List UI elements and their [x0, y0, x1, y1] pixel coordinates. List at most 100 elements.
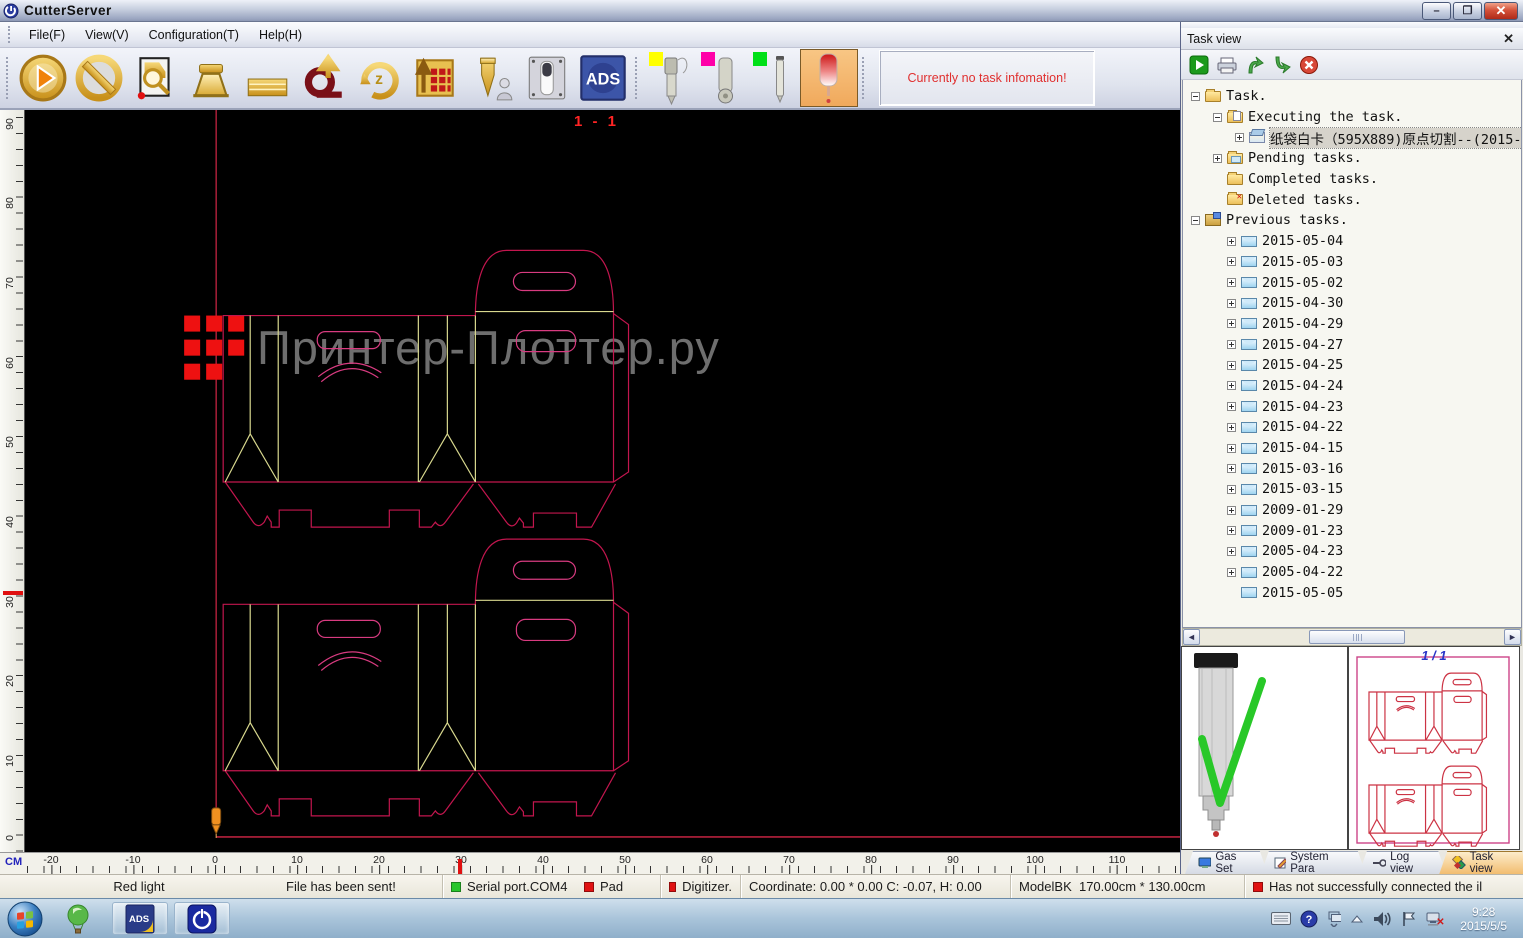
- tree-item-date[interactable]: 2015-03-16: [1183, 458, 1521, 479]
- help-tray-icon[interactable]: ?: [1300, 910, 1318, 928]
- tree-item-executing[interactable]: Executing the task.: [1183, 107, 1521, 128]
- menu-item[interactable]: Configuration(T): [139, 25, 249, 45]
- expand-icon[interactable]: [1227, 444, 1236, 453]
- tree-item-date[interactable]: 2015-04-24: [1183, 376, 1521, 397]
- tree-item-task-root[interactable]: Task.: [1183, 86, 1521, 107]
- tree-item-date[interactable]: 2015-04-22: [1183, 417, 1521, 438]
- panel-close-icon[interactable]: ✕: [1500, 31, 1517, 47]
- display-switch-tray-icon[interactable]: [1327, 911, 1341, 927]
- taskbar-coreldraw-button[interactable]: [50, 902, 106, 935]
- expand-icon[interactable]: [1227, 381, 1236, 390]
- expand-icon[interactable]: [1227, 278, 1236, 287]
- close-button[interactable]: ✕: [1484, 2, 1518, 20]
- expand-icon[interactable]: [1227, 423, 1236, 432]
- expand-icon[interactable]: [1235, 133, 1244, 142]
- task-moveup-button[interactable]: [1245, 55, 1265, 75]
- play-button[interactable]: [15, 49, 71, 107]
- tree-item-date[interactable]: 2009-01-29: [1183, 500, 1521, 521]
- keyboard-tray-icon[interactable]: [1271, 912, 1291, 925]
- scroll-left-icon[interactable]: ◄: [1183, 629, 1200, 645]
- expand-icon[interactable]: [1227, 547, 1236, 556]
- pen-tool-magenta[interactable]: [696, 49, 748, 107]
- rotate-button[interactable]: z: [351, 49, 407, 107]
- taskbar-clock[interactable]: 9:28 2015/5/5: [1454, 905, 1513, 933]
- tree-item-date[interactable]: 2015-05-04: [1183, 231, 1521, 252]
- expand-icon[interactable]: [1227, 526, 1236, 535]
- status-section: Serial port.COM4: [442, 875, 576, 898]
- origin-button[interactable]: [295, 49, 351, 107]
- tree-horizontal-scrollbar[interactable]: ◄ ►: [1182, 628, 1522, 646]
- volume-tray-icon[interactable]: [1373, 911, 1392, 927]
- feed-button[interactable]: [183, 49, 239, 107]
- active-pen-tool[interactable]: [800, 49, 858, 107]
- expand-icon[interactable]: [1227, 506, 1236, 515]
- diamonds-icon: [1452, 856, 1465, 869]
- tree-item-date[interactable]: 2015-04-27: [1183, 334, 1521, 355]
- tree-item-date[interactable]: 2015-05-05: [1183, 583, 1521, 604]
- drawing-canvas[interactable]: Принтер-Плоттер.ру 1 - 1: [25, 110, 1180, 852]
- tree-item-completed[interactable]: Completed tasks.: [1183, 169, 1521, 190]
- tree-item-executing-task[interactable]: 纸袋白卡（595X889)原点切割--(2015-: [1183, 127, 1521, 148]
- tree-item-date[interactable]: 2015-04-25: [1183, 355, 1521, 376]
- menu-item[interactable]: File(F): [19, 25, 75, 45]
- envelope-icon: [1241, 339, 1257, 350]
- network-error-tray-icon[interactable]: ✕: [1426, 911, 1445, 927]
- tab-system-para[interactable]: System Para: [1261, 851, 1366, 874]
- tab-task-view[interactable]: Task view: [1439, 851, 1523, 874]
- action-center-flag-icon[interactable]: [1401, 911, 1417, 927]
- pen-tool-green[interactable]: [748, 49, 800, 107]
- tree-item-pending[interactable]: Pending tasks.: [1183, 148, 1521, 169]
- zoom-button[interactable]: [127, 49, 183, 107]
- show-hidden-icons-arrow[interactable]: [1350, 914, 1364, 924]
- expand-icon[interactable]: [1227, 568, 1236, 577]
- tree-item-date[interactable]: 2009-01-23: [1183, 520, 1521, 541]
- expand-icon[interactable]: [1227, 237, 1236, 246]
- restore-button[interactable]: ❐: [1453, 2, 1482, 20]
- minimize-button[interactable]: –: [1422, 2, 1451, 20]
- expand-icon[interactable]: [1227, 464, 1236, 473]
- scroll-right-icon[interactable]: ►: [1504, 629, 1521, 645]
- expand-icon[interactable]: [1213, 154, 1222, 163]
- stop-button[interactable]: [71, 49, 127, 107]
- collapse-icon[interactable]: [1191, 216, 1200, 225]
- start-button[interactable]: [6, 900, 44, 938]
- tree-item-date[interactable]: 2015-04-15: [1183, 438, 1521, 459]
- expand-icon[interactable]: [1227, 257, 1236, 266]
- taskbar-ads-button[interactable]: ADS: [112, 902, 168, 935]
- switch-button[interactable]: [519, 49, 575, 107]
- task-start-button[interactable]: [1189, 55, 1209, 75]
- tree-item-deleted[interactable]: Deleted tasks.: [1183, 189, 1521, 210]
- tree-item-date[interactable]: 2015-05-02: [1183, 272, 1521, 293]
- comb-button[interactable]: [239, 49, 295, 107]
- tree-item-date[interactable]: 2005-04-23: [1183, 541, 1521, 562]
- scrollbar-thumb[interactable]: [1309, 630, 1405, 644]
- expand-icon[interactable]: [1227, 361, 1236, 370]
- tree-item-date[interactable]: 2015-03-15: [1183, 479, 1521, 500]
- task-movedown-button[interactable]: [1272, 55, 1292, 75]
- tab-log-view[interactable]: Log view: [1359, 851, 1446, 874]
- task-print-button[interactable]: [1216, 55, 1238, 75]
- grid-button[interactable]: [407, 49, 463, 107]
- expand-icon[interactable]: [1227, 319, 1236, 328]
- tree-item-date[interactable]: 2015-04-23: [1183, 396, 1521, 417]
- expand-icon[interactable]: [1227, 340, 1236, 349]
- tree-item-date[interactable]: 2005-04-22: [1183, 562, 1521, 583]
- collapse-icon[interactable]: [1213, 113, 1222, 122]
- taskbar-cutterserver-button[interactable]: [174, 902, 230, 935]
- plumb-button[interactable]: [463, 49, 519, 107]
- expand-icon[interactable]: [1227, 485, 1236, 494]
- task-cancel-button[interactable]: [1299, 55, 1319, 75]
- tree-item-previous[interactable]: Previous tasks.: [1183, 210, 1521, 231]
- expand-icon[interactable]: [1227, 402, 1236, 411]
- expand-icon[interactable]: [1227, 299, 1236, 308]
- collapse-icon[interactable]: [1191, 92, 1200, 101]
- tree-item-date[interactable]: 2015-05-03: [1183, 252, 1521, 273]
- status-section: Has not successfully connected the il: [1244, 875, 1523, 898]
- menu-item[interactable]: View(V): [75, 25, 139, 45]
- ads-button[interactable]: ADS: [575, 49, 631, 107]
- tab-gas-set[interactable]: Gas Set: [1185, 851, 1268, 874]
- pen-tool-yellow[interactable]: [644, 49, 696, 107]
- menu-item[interactable]: Help(H): [249, 25, 312, 45]
- tree-item-date[interactable]: 2015-04-30: [1183, 293, 1521, 314]
- tree-item-date[interactable]: 2015-04-29: [1183, 314, 1521, 335]
